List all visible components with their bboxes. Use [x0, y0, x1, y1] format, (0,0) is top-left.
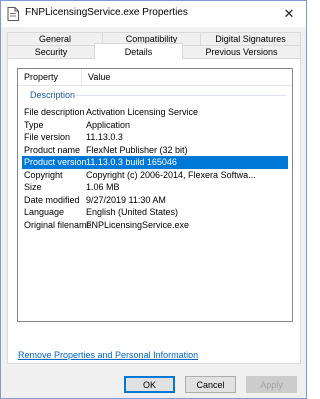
tab-previous-versions[interactable]: Previous Versions: [182, 45, 301, 58]
close-button[interactable]: ✕: [278, 4, 300, 24]
row-key: Date modified: [24, 194, 80, 205]
row-key: File description: [24, 107, 85, 118]
row-key: Product version: [24, 157, 87, 168]
group-description-label: Description: [30, 90, 76, 100]
table-row[interactable]: File version 11.13.0.3: [22, 131, 288, 144]
tab-security[interactable]: Security: [7, 45, 95, 58]
details-list[interactable]: Property Value Description File descript…: [17, 68, 293, 322]
table-row[interactable]: Product name FlexNet Publisher (32 bit): [22, 144, 288, 157]
column-value[interactable]: Value: [82, 69, 110, 85]
row-value: FlexNet Publisher (32 bit): [86, 144, 188, 155]
tab-details[interactable]: Details: [94, 43, 183, 59]
title-bar: FNPLicensingService.exe Properties ✕: [1, 1, 306, 27]
table-row[interactable]: Size 1.06 MB: [22, 181, 288, 194]
window-title: FNPLicensingService.exe Properties: [25, 7, 188, 18]
apply-button[interactable]: Apply: [246, 376, 297, 393]
row-value: English (United States): [86, 207, 179, 218]
tab-general[interactable]: General: [7, 32, 103, 45]
row-key: File version: [24, 132, 71, 143]
column-property[interactable]: Property: [18, 69, 82, 85]
cancel-button[interactable]: Cancel: [185, 376, 236, 393]
row-key: Original filename: [24, 219, 92, 230]
properties-dialog: FNPLicensingService.exe Properties ✕ Gen…: [0, 0, 307, 399]
table-row[interactable]: Date modified 9/27/2019 11:30 AM: [22, 194, 288, 207]
row-value: 9/27/2019 11:30 AM: [86, 194, 166, 205]
group-divider: [76, 95, 286, 96]
row-key: Type: [24, 119, 44, 130]
table-row[interactable]: File description Activation Licensing Se…: [22, 106, 288, 119]
row-value: Application: [86, 119, 131, 130]
row-value: 11.13.0.3: [86, 132, 123, 143]
row-value: 1.06 MB: [86, 182, 120, 193]
details-panel: Property Value Description File descript…: [7, 58, 301, 364]
remove-properties-link[interactable]: Remove Properties and Personal Informati…: [18, 350, 198, 360]
row-key: Language: [24, 207, 65, 218]
ok-button[interactable]: OK: [124, 376, 175, 393]
row-key: Product name: [24, 144, 81, 155]
table-row[interactable]: Type Application: [22, 119, 288, 132]
row-value: FNPLicensingService.exe: [86, 219, 190, 230]
table-row[interactable]: Copyright Copyright (c) 2006-2014, Flexe…: [22, 169, 288, 182]
row-value: Copyright (c) 2006-2014, Flexera Softwa.…: [86, 169, 256, 180]
row-key: Size: [24, 182, 42, 193]
table-row[interactable]: Original filename FNPLicensingService.ex…: [22, 219, 288, 232]
table-row[interactable]: Language English (United States): [22, 206, 288, 219]
row-value: 11.13.0.3 build 165046: [86, 157, 177, 168]
detail-rows: File description Activation Licensing Se…: [18, 106, 292, 231]
table-row-selected[interactable]: Product version 11.13.0.3 build 165046: [22, 156, 288, 169]
tab-row-bottom: Security Details Previous Versions: [7, 43, 301, 59]
close-icon: ✕: [283, 6, 295, 21]
row-key: Copyright: [24, 169, 63, 180]
list-header: Property Value: [18, 69, 292, 86]
row-value: Activation Licensing Service: [86, 107, 199, 118]
file-icon: [7, 7, 19, 21]
tab-digital-signatures[interactable]: Digital Signatures: [200, 32, 301, 45]
